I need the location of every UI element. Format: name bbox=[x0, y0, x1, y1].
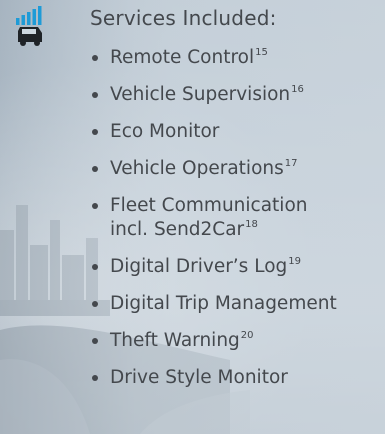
service-label: Theft Warning bbox=[110, 330, 240, 351]
service-item-drive-style-monitor: Drive Style Monitor bbox=[90, 366, 337, 390]
service-item-fleet-communication: Fleet Communication incl. Send2Car18 bbox=[90, 194, 337, 242]
footnote-mark: 20 bbox=[240, 330, 254, 341]
service-item-digital-trip-management: Digital Trip Management bbox=[90, 292, 337, 316]
service-label: Vehicle Operations bbox=[110, 158, 284, 179]
service-label: Remote Control bbox=[110, 47, 255, 68]
services-panel: Services Included: Remote Control15 Vehi… bbox=[0, 0, 385, 434]
service-item-theft-warning: Theft Warning20 bbox=[90, 329, 337, 353]
service-item-eco-monitor: Eco Monitor bbox=[90, 120, 337, 144]
footnote-mark: 16 bbox=[291, 84, 304, 95]
service-label-line2: incl. Send2Car bbox=[110, 219, 245, 240]
footnote-mark: 17 bbox=[284, 158, 298, 169]
services-heading: Services Included: bbox=[90, 6, 277, 30]
service-label: Digital Driver’s Log bbox=[110, 256, 288, 277]
service-label: Drive Style Monitor bbox=[110, 367, 288, 388]
service-label: Eco Monitor bbox=[110, 121, 220, 142]
footnote-mark: 19 bbox=[288, 256, 301, 267]
service-item-vehicle-operations: Vehicle Operations17 bbox=[90, 157, 337, 181]
footnote-mark: 18 bbox=[245, 219, 258, 230]
service-label: Fleet Communication bbox=[110, 195, 308, 216]
service-item-remote-control: Remote Control15 bbox=[90, 46, 337, 70]
service-item-vehicle-supervision: Vehicle Supervision16 bbox=[90, 83, 337, 107]
services-list: Remote Control15 Vehicle Supervision16 E… bbox=[90, 46, 337, 403]
service-item-digital-drivers-log: Digital Driver’s Log19 bbox=[90, 255, 337, 279]
service-label: Vehicle Supervision bbox=[110, 84, 291, 105]
footnote-mark: 15 bbox=[255, 47, 268, 58]
service-label: Digital Trip Management bbox=[110, 293, 337, 314]
